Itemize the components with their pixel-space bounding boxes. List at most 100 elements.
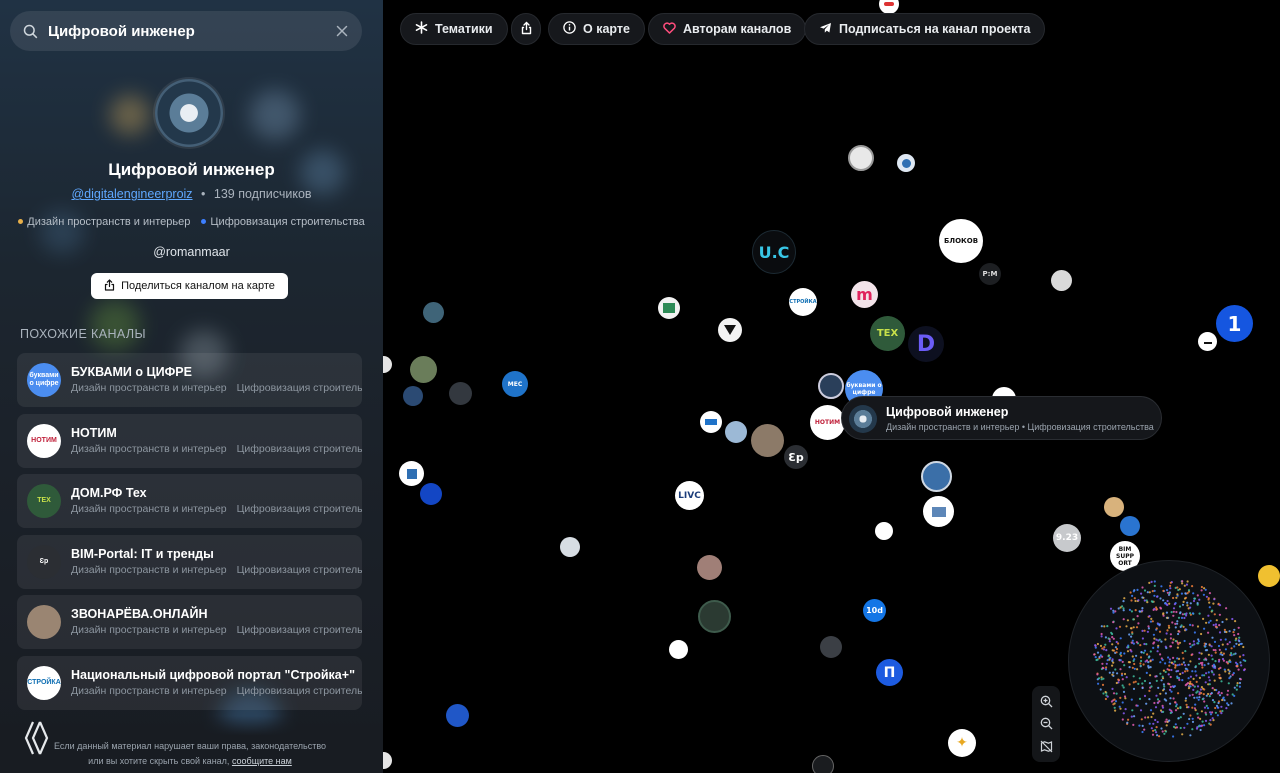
map-node-blue-sm[interactable] bbox=[446, 704, 469, 727]
map-node-house[interactable] bbox=[399, 461, 424, 486]
map-node-green[interactable] bbox=[658, 297, 680, 319]
similar-channel-item[interactable]: СТРОЙКА Национальный цифровой портал "Стр… bbox=[17, 655, 362, 710]
map-node-yellow[interactable] bbox=[1258, 565, 1280, 587]
channel-logo: НОТИМ bbox=[27, 423, 61, 458]
subscribe-label: Подписаться на канал проекта bbox=[839, 22, 1031, 36]
map-node-blue-tech[interactable] bbox=[420, 483, 442, 505]
topics-label: Тематики bbox=[435, 22, 493, 36]
map-node-forest[interactable] bbox=[410, 356, 437, 383]
map-node-blue-3[interactable] bbox=[700, 411, 722, 433]
map-node-globe[interactable] bbox=[1120, 516, 1140, 536]
map-node-person-1[interactable] bbox=[751, 424, 784, 457]
similar-channel-item[interactable]: буквами о цифре БУКВАМИ о ЦИФРЕ Дизайн про… bbox=[17, 353, 362, 407]
similar-tag-2: Цифровизация строительства bbox=[236, 624, 362, 636]
topics-button[interactable]: Тематики bbox=[400, 13, 508, 45]
map-node-923[interactable]: 9.23 bbox=[1053, 524, 1081, 552]
map-reset-icon[interactable] bbox=[1040, 740, 1053, 753]
map-node-arrow[interactable] bbox=[718, 318, 742, 342]
info-icon bbox=[563, 21, 576, 37]
map-node-person-2[interactable] bbox=[697, 555, 722, 580]
map-node-gear[interactable] bbox=[560, 537, 580, 557]
map-node-bracket[interactable]: Π bbox=[876, 659, 903, 686]
footer: Если данный материал нарушает ваши права… bbox=[0, 716, 383, 773]
tag-dot-design bbox=[18, 219, 24, 225]
map-node-wood[interactable] bbox=[1104, 497, 1124, 517]
zoom-out-icon[interactable] bbox=[1040, 717, 1053, 730]
footer-text: Если данный материал нарушает ваши права… bbox=[50, 739, 330, 769]
similar-channel-name: ДОМ.РФ Тех bbox=[71, 486, 147, 500]
app-root: U.C БЛОКОВ P:M m СТРОЙКА ТЕХ D 1 MEC бук… bbox=[0, 0, 1280, 773]
tooltip-title: Цифровой инженер bbox=[886, 405, 1009, 419]
similar-channel-tags: Дизайн пространств и интерьер Цифровизаци… bbox=[71, 685, 362, 697]
channel-tooltip[interactable]: Цифровой инженер Дизайн пространств и ин… bbox=[841, 396, 1162, 440]
about-button[interactable]: О карте bbox=[548, 13, 645, 45]
channel-handle-link[interactable]: @digitalengineerproiz bbox=[71, 187, 192, 201]
map-node-team[interactable] bbox=[725, 421, 747, 443]
map-node-dom-tex[interactable]: ТЕХ bbox=[870, 316, 905, 351]
sidebar: Цифровой инженер @digitalengineerproiz •… bbox=[0, 0, 383, 773]
map-node-blue-1[interactable]: 1 bbox=[1216, 305, 1253, 342]
map-node-building[interactable] bbox=[698, 600, 731, 633]
map-node-bp[interactable]: Ɛp bbox=[784, 445, 808, 469]
tag-design: Дизайн пространств и интерьер bbox=[27, 216, 191, 228]
map-node-star[interactable]: ✦ bbox=[948, 729, 976, 757]
map-node-round-blue[interactable] bbox=[921, 461, 952, 492]
authors-button[interactable]: Авторам каналов bbox=[648, 13, 807, 45]
similar-channel-item[interactable]: НОТИМ НОТИМ Дизайн пространств и интерьер Ц… bbox=[17, 413, 362, 468]
similar-channel-tags: Дизайн пространств и интерьер Цифровизаци… bbox=[71, 503, 362, 515]
map-node-livc[interactable]: LIVC bbox=[675, 481, 704, 510]
map-node-city[interactable] bbox=[403, 386, 423, 406]
map-node-bloknot[interactable]: БЛОКОВ bbox=[939, 219, 983, 263]
similar-channel-item[interactable]: ТЕХ ДОМ.РФ Тех Дизайн пространств и интерь… bbox=[17, 474, 362, 528]
map-node-pm[interactable]: P:M bbox=[979, 263, 1001, 285]
share-channel-button[interactable]: Поделиться каналом на карте bbox=[91, 273, 288, 299]
subscriber-count: 139 подписчиков bbox=[213, 187, 312, 201]
map-node-white-small[interactable] bbox=[1198, 332, 1217, 351]
map-node-blue-text[interactable]: MEC bbox=[502, 371, 528, 397]
similar-heading: ПОХОЖИЕ КАНАЛЫ bbox=[20, 327, 146, 341]
map-node-white-3[interactable] bbox=[923, 496, 954, 527]
similar-channel-item[interactable]: ЗВОНАРЁВА.ОНЛАЙН Дизайн пространств и инт… bbox=[17, 595, 362, 649]
map-node-grey-2[interactable] bbox=[820, 636, 842, 658]
subscribe-button[interactable]: Подписаться на канал проекта bbox=[804, 13, 1046, 45]
map-node-blue-small[interactable] bbox=[897, 154, 915, 172]
report-link[interactable]: сообщите нам bbox=[232, 756, 292, 766]
map-node-small-white[interactable] bbox=[875, 522, 893, 540]
map-node-grey[interactable] bbox=[1051, 270, 1072, 291]
map-node-stroyka-map[interactable]: СТРОЙКА bbox=[789, 288, 817, 316]
map-node-round-logo[interactable] bbox=[848, 145, 874, 171]
about-label: О карте bbox=[583, 22, 630, 36]
search-icon bbox=[12, 24, 48, 39]
zoom-in-icon[interactable] bbox=[1040, 695, 1053, 708]
map-node-dark-1[interactable] bbox=[449, 382, 472, 405]
heart-icon bbox=[663, 21, 676, 37]
map-node-uc[interactable]: U.C bbox=[752, 230, 796, 274]
channel-logo: буквами о цифре bbox=[27, 363, 61, 397]
share-map-button[interactable] bbox=[511, 13, 541, 45]
map-node-notim[interactable]: НОТИМ bbox=[810, 405, 845, 440]
bg-blob bbox=[110, 95, 150, 135]
similar-channel-name: BIM-Portal: IT и тренды bbox=[71, 546, 214, 561]
map-node-top[interactable] bbox=[879, 0, 899, 14]
tag-dot-digital bbox=[201, 219, 207, 225]
map-node-bottom[interactable] bbox=[812, 755, 834, 773]
minimap[interactable] bbox=[1068, 560, 1270, 762]
similar-list: буквами о цифре БУКВАМИ о ЦИФРЕ Дизайн про… bbox=[17, 353, 362, 716]
map-node-white-4[interactable] bbox=[669, 640, 688, 659]
similar-channel-name: ЗВОНАРЁВА.ОНЛАЙН bbox=[71, 607, 208, 621]
map-node-lake[interactable] bbox=[423, 302, 444, 323]
authors-label: Авторам каналов bbox=[683, 22, 792, 36]
map-node-d[interactable]: D bbox=[908, 326, 944, 362]
zoom-controls bbox=[1032, 686, 1060, 762]
similar-tag-2: Цифровизация строительства bbox=[236, 382, 362, 394]
tooltip-subtitle: Дизайн пространств и интерьер • Цифровиз… bbox=[886, 422, 1154, 432]
map-node-circle-1[interactable] bbox=[818, 373, 844, 399]
map-node-m[interactable]: m bbox=[851, 281, 878, 308]
similar-channel-tags: Дизайн пространств и интерьер Цифровизаци… bbox=[71, 564, 362, 576]
search-input[interactable] bbox=[48, 22, 322, 40]
similar-channel-item[interactable]: Ɛp BIM-Portal: IT и тренды Дизайн простран… bbox=[17, 534, 362, 589]
share-channel-label: Поделиться каналом на карте bbox=[121, 280, 275, 292]
similar-channel-name: БУКВАМИ о ЦИФРЕ bbox=[71, 365, 192, 379]
map-node-10d[interactable]: 10d bbox=[863, 599, 886, 622]
close-icon[interactable] bbox=[322, 25, 362, 37]
